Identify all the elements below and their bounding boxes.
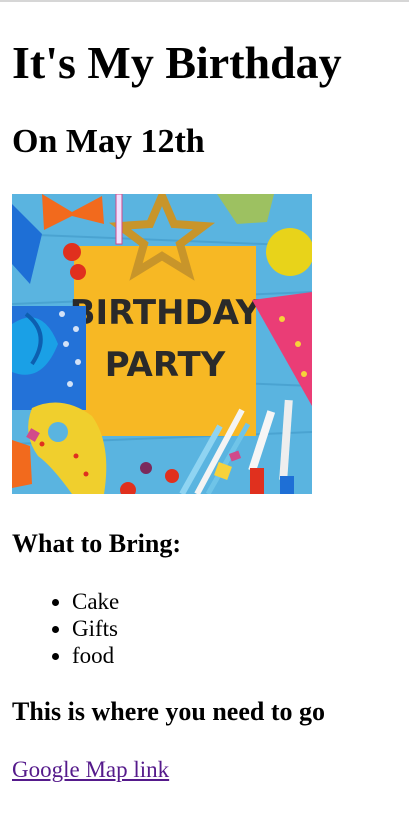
browser-top-border (0, 0, 409, 2)
red-ball-icon (165, 469, 179, 483)
list-item: Gifts (72, 615, 119, 642)
bring-list: Cake Gifts food (12, 588, 119, 669)
yellow-card (74, 246, 256, 436)
birthday-party-illustration: BIRTHDAY PARTY (12, 194, 312, 494)
page-title: It's My Birthday (12, 37, 342, 88)
orange-bow-icon (12, 440, 32, 488)
candle-holder-icon (280, 476, 294, 494)
red-ball-icon (70, 264, 86, 280)
yellow-balloon-icon (266, 228, 312, 276)
purple-ball-icon (140, 462, 152, 474)
list-item: Cake (72, 588, 119, 615)
card-text-birthday: BIRTHDAY (70, 293, 261, 333)
card-text-party: PARTY (105, 345, 226, 385)
google-map-link[interactable]: Google Map link (12, 757, 169, 783)
candle-holder-icon (250, 468, 264, 494)
directions-heading: This is where you need to go (12, 697, 325, 726)
date-heading: On May 12th (12, 123, 205, 160)
birthday-party-image: BIRTHDAY PARTY (12, 194, 312, 494)
list-item: food (72, 642, 119, 669)
bring-heading: What to Bring: (12, 529, 181, 558)
candle-icon (115, 194, 123, 245)
red-ball-icon (63, 243, 81, 261)
